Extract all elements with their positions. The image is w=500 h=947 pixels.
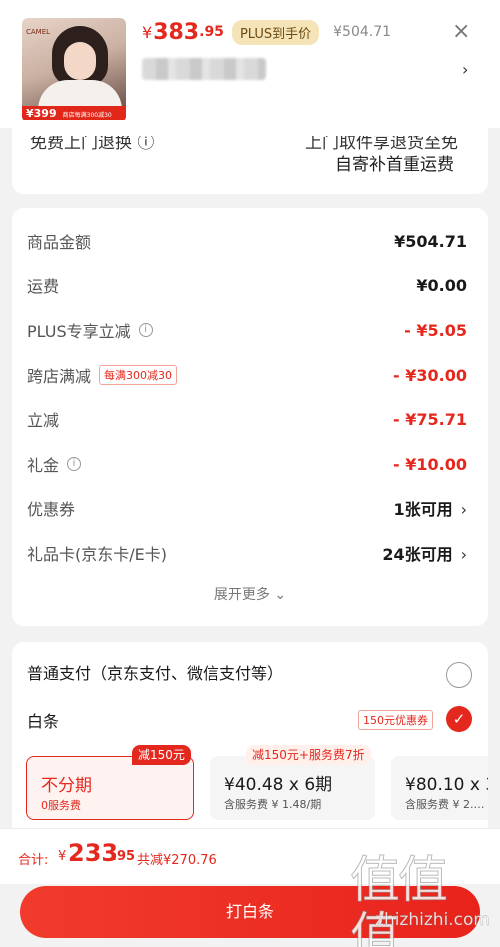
summary-value: ¥0.00: [416, 275, 467, 295]
watermark-glyphs: 值值值: [350, 851, 449, 947]
price-integer: 383: [153, 19, 200, 45]
free-return-label: 免费上门退换 ⓘ: [30, 133, 155, 153]
product-header: CAMEL ¥399 商店每满300减30 ¥ 383 .95 PLUS到手价 ¥…: [0, 0, 500, 128]
summary-row-gift-money: 礼金 i - ¥10.00: [27, 449, 467, 479]
price-currency: ¥: [142, 22, 153, 42]
thumbnail-price: ¥399: [26, 107, 57, 120]
summary-label: 跨店满减: [27, 367, 92, 386]
chevron-right-icon: ›: [460, 545, 467, 564]
summary-row-shipping: 运费 ¥0.00: [27, 270, 467, 300]
summary-label: 礼品卡(京东卡/E卡): [27, 545, 167, 564]
payment-card: 普通支付（京东支付、微信支付等） 白条 150元优惠券 ✓ 不分期 0服务费 ¥…: [12, 642, 488, 842]
summary-value: - ¥75.71: [393, 409, 467, 429]
site-watermark: 值值值 zhizhizhi.com: [350, 851, 494, 947]
summary-value: - ¥30.00: [393, 365, 467, 385]
plan-sub: 含服务费 ¥ 2.…: [405, 798, 485, 811]
brand-logo: CAMEL: [26, 28, 51, 36]
installment-plan-none[interactable]: 不分期 0服务费: [26, 756, 194, 820]
plan-discount-tag: 减150元+服务费7折: [246, 745, 371, 765]
plan-main: ¥40.48 x 6期: [224, 775, 333, 795]
summary-label: PLUS专享立减: [27, 322, 131, 341]
watermark-site: zhizhizhi.com: [375, 910, 490, 930]
normal-payment-radio[interactable]: [446, 662, 472, 688]
info-icon[interactable]: i: [138, 323, 153, 337]
summary-row-gift-card[interactable]: 礼品卡(京东卡/E卡) 24张可用 ›: [27, 538, 467, 568]
price-decimal: .95: [199, 24, 224, 40]
summary-label: 立减: [27, 411, 60, 430]
price-summary-card: 商品金额 ¥504.71 运费 ¥0.00 PLUS专享立减 i - ¥5.05 …: [12, 208, 488, 626]
plan-main: 不分期: [41, 776, 92, 796]
summary-label: 运费: [27, 277, 60, 296]
summary-label: 商品金额: [27, 233, 92, 252]
summary-row-cross-store: 跨店满减 每满300减30 - ¥30.00: [27, 360, 467, 390]
thumbnail-note: 商店每满300减30: [62, 112, 112, 119]
installment-plan-6[interactable]: ¥40.48 x 6期 含服务费 ¥ 1.48/期: [210, 756, 375, 820]
plan-sub: 含服务费 ¥ 1.48/期: [224, 798, 322, 811]
self-ship-text: 自寄补首重运费: [335, 155, 454, 175]
total-saved: 共减¥270.76: [137, 853, 217, 868]
original-price: ¥504.71: [333, 24, 392, 40]
price-row: ¥ 383 .95 PLUS到手价 ¥504.71: [142, 16, 391, 48]
plan-main: ¥80.10 x 3期: [405, 775, 488, 795]
plan-discount-tag: 减150元: [132, 745, 191, 765]
summary-label: 优惠券: [27, 500, 76, 519]
summary-value: - ¥5.05: [404, 320, 467, 340]
summary-label: 礼金: [27, 456, 60, 475]
summary-label-wrap: 礼金 i: [27, 452, 82, 476]
summary-row-coupon[interactable]: 优惠券 1张可用 ›: [27, 493, 467, 523]
baitiao-radio-checked[interactable]: ✓: [446, 706, 472, 732]
product-thumbnail[interactable]: CAMEL ¥399 商店每满300减30: [22, 18, 126, 122]
promo-tag: 每满300减30: [99, 365, 178, 385]
sku-selection-blurred[interactable]: [142, 58, 266, 80]
chevron-right-icon[interactable]: ›: [462, 60, 468, 79]
summary-row-instant-discount: 立减 - ¥75.71: [27, 404, 467, 434]
normal-payment-label[interactable]: 普通支付（京东支付、微信支付等）: [27, 660, 283, 684]
summary-value: 1张可用: [393, 500, 453, 519]
info-icon[interactable]: i: [67, 457, 82, 471]
total-currency: ¥: [58, 849, 67, 864]
chevron-right-icon: ›: [460, 500, 467, 519]
close-icon[interactable]: ×: [452, 20, 470, 44]
total-label: 合计:: [18, 853, 49, 868]
total-amount-decimal: .95: [112, 849, 136, 864]
summary-label-wrap: 跨店满减 每满300减30: [27, 363, 178, 387]
total-amount-integer: 233: [68, 839, 119, 867]
installment-plan-3[interactable]: ¥80.10 x 3期 含服务费 ¥ 2.…: [391, 756, 488, 820]
plan-sub: 0服务费: [41, 799, 81, 812]
summary-value: 24张可用: [382, 545, 453, 564]
baitiao-label[interactable]: 白条: [27, 708, 59, 732]
summary-value-wrap: 1张可用 ›: [393, 496, 467, 520]
expand-more-link[interactable]: 展开更多 ⌄: [12, 584, 488, 604]
summary-label-wrap: PLUS专享立减 i: [27, 318, 153, 342]
summary-value: - ¥10.00: [393, 454, 467, 474]
summary-value: ¥504.71: [394, 231, 467, 251]
summary-row-plus-discount: PLUS专享立减 i - ¥5.05: [27, 315, 467, 345]
summary-row-goods-amount: 商品金额 ¥504.71: [27, 226, 467, 256]
model-head: [52, 26, 108, 86]
shipping-card: 免费上门退换 ⓘ 上门取件享退货至免 自寄补首重运费: [12, 120, 488, 194]
summary-value-wrap: 24张可用 ›: [382, 541, 467, 565]
baitiao-coupon-tag: 150元优惠券: [358, 710, 433, 730]
plus-price-badge: PLUS到手价: [231, 19, 320, 45]
